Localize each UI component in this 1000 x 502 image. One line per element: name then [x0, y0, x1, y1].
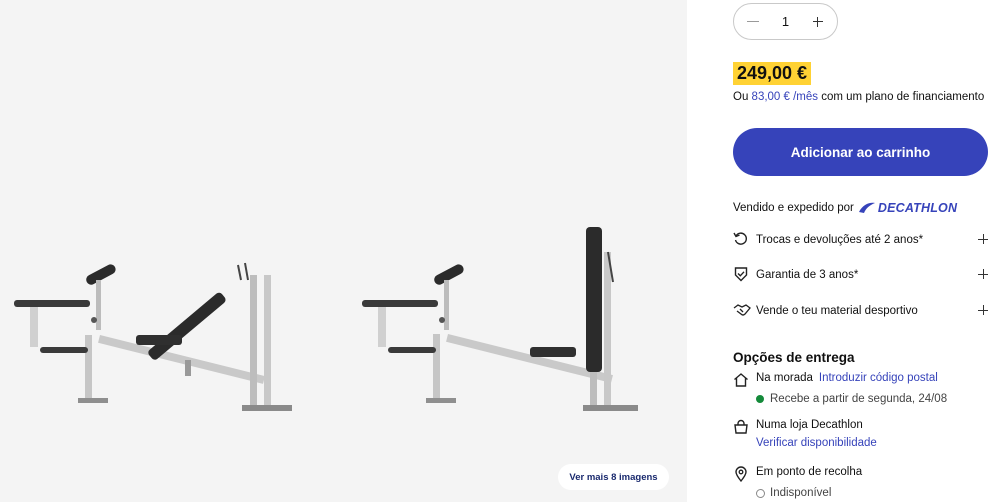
financing-prefix: Ou [733, 91, 749, 103]
product-gallery: Ver mais 8 imagens [0, 0, 687, 502]
expand-plus-icon[interactable] [978, 305, 988, 315]
add-to-cart-button[interactable]: Adicionar ao carrinho [733, 128, 988, 176]
delivery-home-status-text: Recebe a partir de segunda, 24/08 [770, 393, 948, 405]
enter-postal-code-link[interactable]: Introduzir código postal [819, 372, 938, 384]
decrease-quantity-button[interactable] [746, 15, 760, 29]
house-icon [733, 372, 750, 389]
delivery-pickup: Em ponto de recolha [733, 466, 862, 483]
delivery-pickup-label: Em ponto de recolha [756, 466, 863, 478]
service-sell-label: Vende o teu material desportivo [756, 305, 918, 317]
service-returns-label: Trocas e devoluções até 2 anos* [756, 234, 924, 246]
financing-suffix: com um plano de financiamento [821, 91, 985, 103]
decathlon-mark-icon [858, 202, 875, 213]
delivery-store-label: Numa loja Decathlon [756, 419, 863, 431]
more-images-button[interactable]: Ver mais 8 imagens [558, 464, 669, 490]
delivery-pickup-status-text: Indisponível [770, 487, 832, 499]
expand-plus-icon[interactable] [978, 234, 988, 244]
product-price: 249,00 € [733, 62, 812, 85]
service-warranty-label: Garantia de 3 anos* [756, 269, 859, 281]
delivery-home-label: Na morada [756, 372, 813, 384]
check-availability-link[interactable]: Verificar disponibilidade [756, 437, 877, 449]
expand-plus-icon[interactable] [978, 269, 988, 279]
sold-by-label: Vendido e expedido por [733, 202, 854, 214]
quantity-value[interactable]: 1 [782, 14, 789, 29]
product-image-upright[interactable] [358, 222, 648, 417]
handshake-icon [733, 302, 751, 320]
financing-monthly-link[interactable]: 83,00 € /mês [752, 91, 818, 103]
available-status-dot [756, 395, 764, 403]
increase-quantity-button[interactable] [811, 15, 825, 29]
unavailable-status-dot [756, 488, 765, 498]
delivery-store: Numa loja Decathlon [733, 419, 863, 436]
sold-by: Vendido e expedido por DECATHLON [733, 201, 957, 215]
location-pin-icon [733, 466, 750, 483]
shield-check-icon [733, 266, 751, 284]
product-image-incline[interactable] [10, 225, 300, 420]
return-arrow-icon [733, 231, 751, 249]
delivery-pickup-status: Indisponível [756, 487, 831, 499]
service-returns[interactable]: Trocas e devoluções até 2 anos* [733, 230, 990, 250]
quantity-stepper: 1 [733, 3, 838, 40]
shopping-bag-icon [733, 419, 750, 436]
decathlon-logo: DECATHLON [858, 201, 957, 215]
brand-name: DECATHLON [877, 201, 958, 215]
service-sell[interactable]: Vende o teu material desportivo [733, 301, 990, 321]
financing-info: Ou 83,00 € /mês com um plano de financia… [733, 91, 984, 103]
delivery-home-status: Recebe a partir de segunda, 24/08 [756, 393, 947, 405]
service-warranty[interactable]: Garantia de 3 anos* [733, 265, 990, 285]
delivery-options-title: Opções de entrega [733, 350, 855, 365]
delivery-home: Na morada Introduzir código postal [733, 372, 938, 389]
